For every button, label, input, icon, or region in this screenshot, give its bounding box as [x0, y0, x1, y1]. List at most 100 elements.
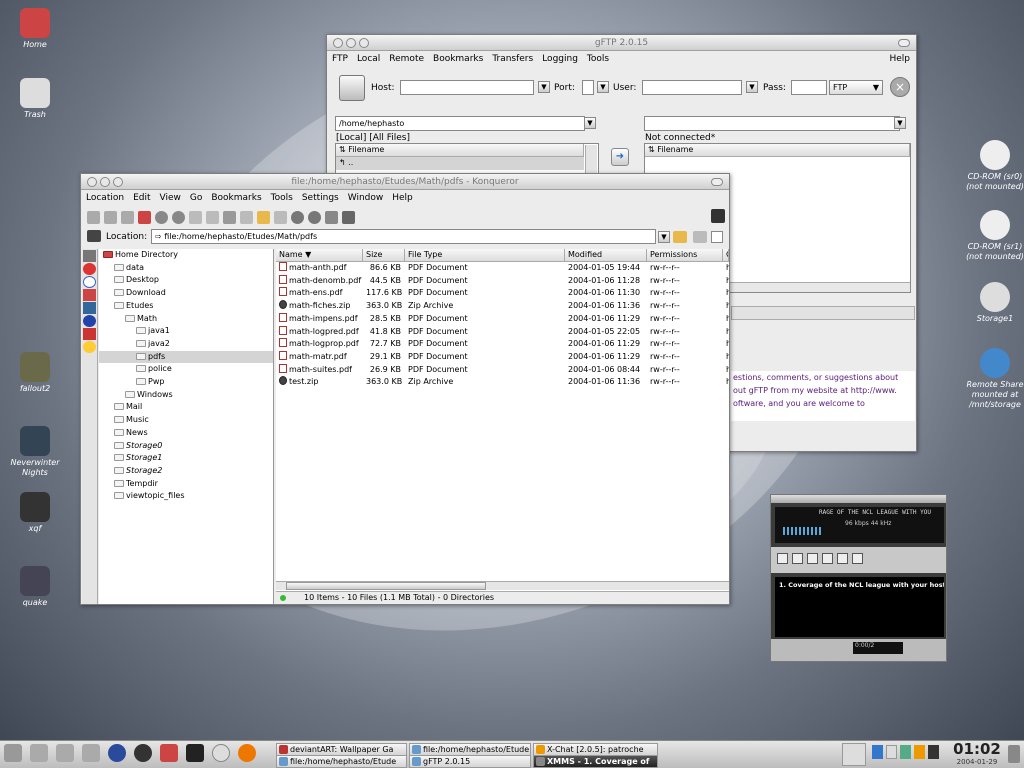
maximize-icon[interactable] [359, 38, 369, 48]
table-row[interactable]: math-denomb.pdf 44.5 KB PDF Document 2004-0… [276, 274, 729, 288]
chevron-down-icon[interactable]: ▼ [658, 231, 670, 243]
bookmarks-heart-icon[interactable] [83, 263, 96, 275]
protocol-select[interactable]: FTP ▼ [829, 80, 883, 95]
table-row[interactable]: math-matr.pdf 29.1 KB PDF Document 2004-01-… [276, 350, 729, 364]
firefox-icon[interactable] [238, 744, 256, 762]
local-file-list[interactable]: ⇅ Filename ↰ .. [335, 143, 599, 175]
table-row[interactable]: math-suites.pdf 26.9 KB PDF Document 2004-0… [276, 363, 729, 377]
tree-item[interactable]: Pwp [99, 376, 273, 389]
stop-icon[interactable] [172, 210, 185, 224]
desktop-drive-icon[interactable]: Storage1 [966, 282, 1024, 324]
tree-item[interactable]: Download [99, 287, 273, 300]
zoom-in-icon[interactable] [291, 210, 304, 224]
trash-icon[interactable] [274, 210, 287, 224]
paste-icon[interactable] [223, 210, 236, 224]
pager[interactable] [842, 743, 866, 766]
column-name[interactable]: Name ▼ [276, 249, 363, 262]
tree-item[interactable]: Storage0 [99, 440, 273, 453]
new-folder-icon[interactable] [257, 210, 270, 224]
menu-tools[interactable]: Tools [271, 193, 293, 203]
clock[interactable]: 01:02 2004-01-29 [952, 741, 1002, 768]
taskbar-button[interactable]: gFTP 2.0.15 [409, 755, 531, 768]
close-icon[interactable] [87, 177, 97, 187]
tree-item[interactable]: java1 [99, 325, 273, 338]
table-row[interactable]: test.zip 363.0 KB Zip Archive 2004-01-06 11… [276, 376, 729, 389]
tree-item[interactable]: Math [99, 313, 273, 326]
folder-tree[interactable]: Home Directory data Desktop Download Etudes M… [99, 249, 274, 604]
tree-item[interactable]: Windows [99, 389, 273, 402]
tree-item[interactable]: Desktop [99, 274, 273, 287]
file-list-view[interactable]: Name ▼ Size File Type Modified Permissio… [276, 249, 729, 604]
shade-icon[interactable] [898, 39, 910, 47]
table-row[interactable]: math-logprop.pdf 72.7 KB PDF Document 2004-… [276, 338, 729, 351]
connect-icon[interactable] [339, 75, 365, 101]
konqueror-titlebar[interactable]: file:/home/hephasto/Etudes/Math/pdfs - K… [81, 174, 729, 190]
minimize-icon[interactable] [100, 177, 110, 187]
transfer-right-icon[interactable]: ➜ [611, 148, 629, 166]
tree-item[interactable]: police [99, 363, 273, 376]
tree-item[interactable]: Mail [99, 401, 273, 414]
settings-icon[interactable] [56, 744, 74, 762]
tools-icon[interactable] [30, 744, 48, 762]
chevron-down-icon[interactable]: ▼ [584, 117, 596, 129]
table-row[interactable]: math-logpred.pdf 41.8 KB PDF Document 2004-… [276, 325, 729, 339]
back-icon[interactable] [104, 210, 117, 224]
chevron-down-icon[interactable]: ▼ [597, 81, 609, 93]
lock-view-icon[interactable] [711, 231, 723, 243]
play-icon[interactable] [792, 553, 803, 564]
menu-local[interactable]: Local [357, 54, 380, 64]
desktop-drive-icon[interactable]: Remote Share mounted at /mnt/storage [966, 348, 1024, 410]
chevron-down-icon[interactable]: ▼ [538, 81, 550, 93]
browser-icon[interactable] [134, 744, 152, 762]
go-icon[interactable] [693, 231, 707, 243]
list-view-icon[interactable] [325, 210, 338, 224]
previous-icon[interactable] [777, 553, 788, 564]
desktop-drive-icon[interactable]: CD-ROM (sr1) (not mounted) [966, 210, 1024, 262]
tree-item[interactable]: Tempdir [99, 478, 273, 491]
playlist-item[interactable]: 1. Coverage of the NCL league with your … [779, 581, 944, 589]
root-folder-icon[interactable] [83, 315, 96, 327]
host-input[interactable] [400, 80, 534, 95]
tree-item[interactable]: Storage2 [99, 465, 273, 478]
desktop-drive-icon[interactable]: CD-ROM (sr0) (not mounted) [966, 140, 1024, 192]
close-icon[interactable] [333, 38, 343, 48]
gftp-titlebar[interactable]: gFTP 2.0.15 [327, 35, 916, 51]
local-filename-header[interactable]: ⇅ Filename [336, 144, 584, 157]
menu-help[interactable]: Help [889, 54, 910, 64]
copy-icon[interactable] [206, 210, 219, 224]
zoom-out-icon[interactable] [308, 210, 321, 224]
list-item[interactable]: ↰ .. [336, 157, 584, 170]
star-icon[interactable] [83, 341, 96, 353]
column-permissions[interactable]: Permissions [647, 249, 723, 262]
desktop-icon[interactable]: fallout2 [0, 352, 70, 394]
menu-bookmarks[interactable]: Bookmarks [211, 193, 261, 203]
home-icon[interactable] [138, 210, 151, 224]
table-row[interactable]: math-ens.pdf 117.6 KB PDF Document 2004-01-… [276, 287, 729, 300]
taskbar-button[interactable]: file:/home/hephasto/Etude [276, 755, 407, 768]
tree-item[interactable]: viewtopic_files [99, 490, 273, 503]
menu-help[interactable]: Help [392, 193, 413, 203]
forward-icon[interactable] [121, 210, 134, 224]
xchat-icon[interactable] [914, 745, 925, 759]
shade-icon[interactable] [711, 178, 723, 186]
scrollbar[interactable] [585, 145, 597, 173]
network-icon[interactable] [83, 302, 96, 314]
user-input[interactable] [642, 80, 742, 95]
konqueror-window[interactable]: file:/home/hephasto/Etudes/Math/pdfs - K… [80, 173, 730, 605]
stop-icon[interactable] [822, 553, 833, 564]
network-icon[interactable] [900, 745, 911, 759]
column-size[interactable]: Size [363, 249, 405, 262]
stop-icon[interactable]: × [890, 77, 910, 97]
column-modified[interactable]: Modified [565, 249, 647, 262]
bookmark-folder-icon[interactable] [673, 231, 687, 243]
print-icon[interactable] [240, 210, 253, 224]
music-note-icon[interactable] [928, 745, 939, 759]
menu-window[interactable]: Window [348, 193, 384, 203]
pass-input[interactable] [791, 80, 827, 95]
location-input[interactable]: ⇨ file:/home/hephasto/Etudes/Math/pdfs [151, 229, 656, 244]
menu-remote[interactable]: Remote [389, 54, 424, 64]
xmms-player[interactable]: RAGE OF THE NCL LEAGUE WITH YOU 96 kbps … [770, 494, 947, 662]
tree-item[interactable]: java2 [99, 338, 273, 351]
remote-filename-header[interactable]: ⇅ Filename [645, 144, 910, 157]
desktop-icon[interactable]: Neverwinter Nights [0, 426, 70, 478]
